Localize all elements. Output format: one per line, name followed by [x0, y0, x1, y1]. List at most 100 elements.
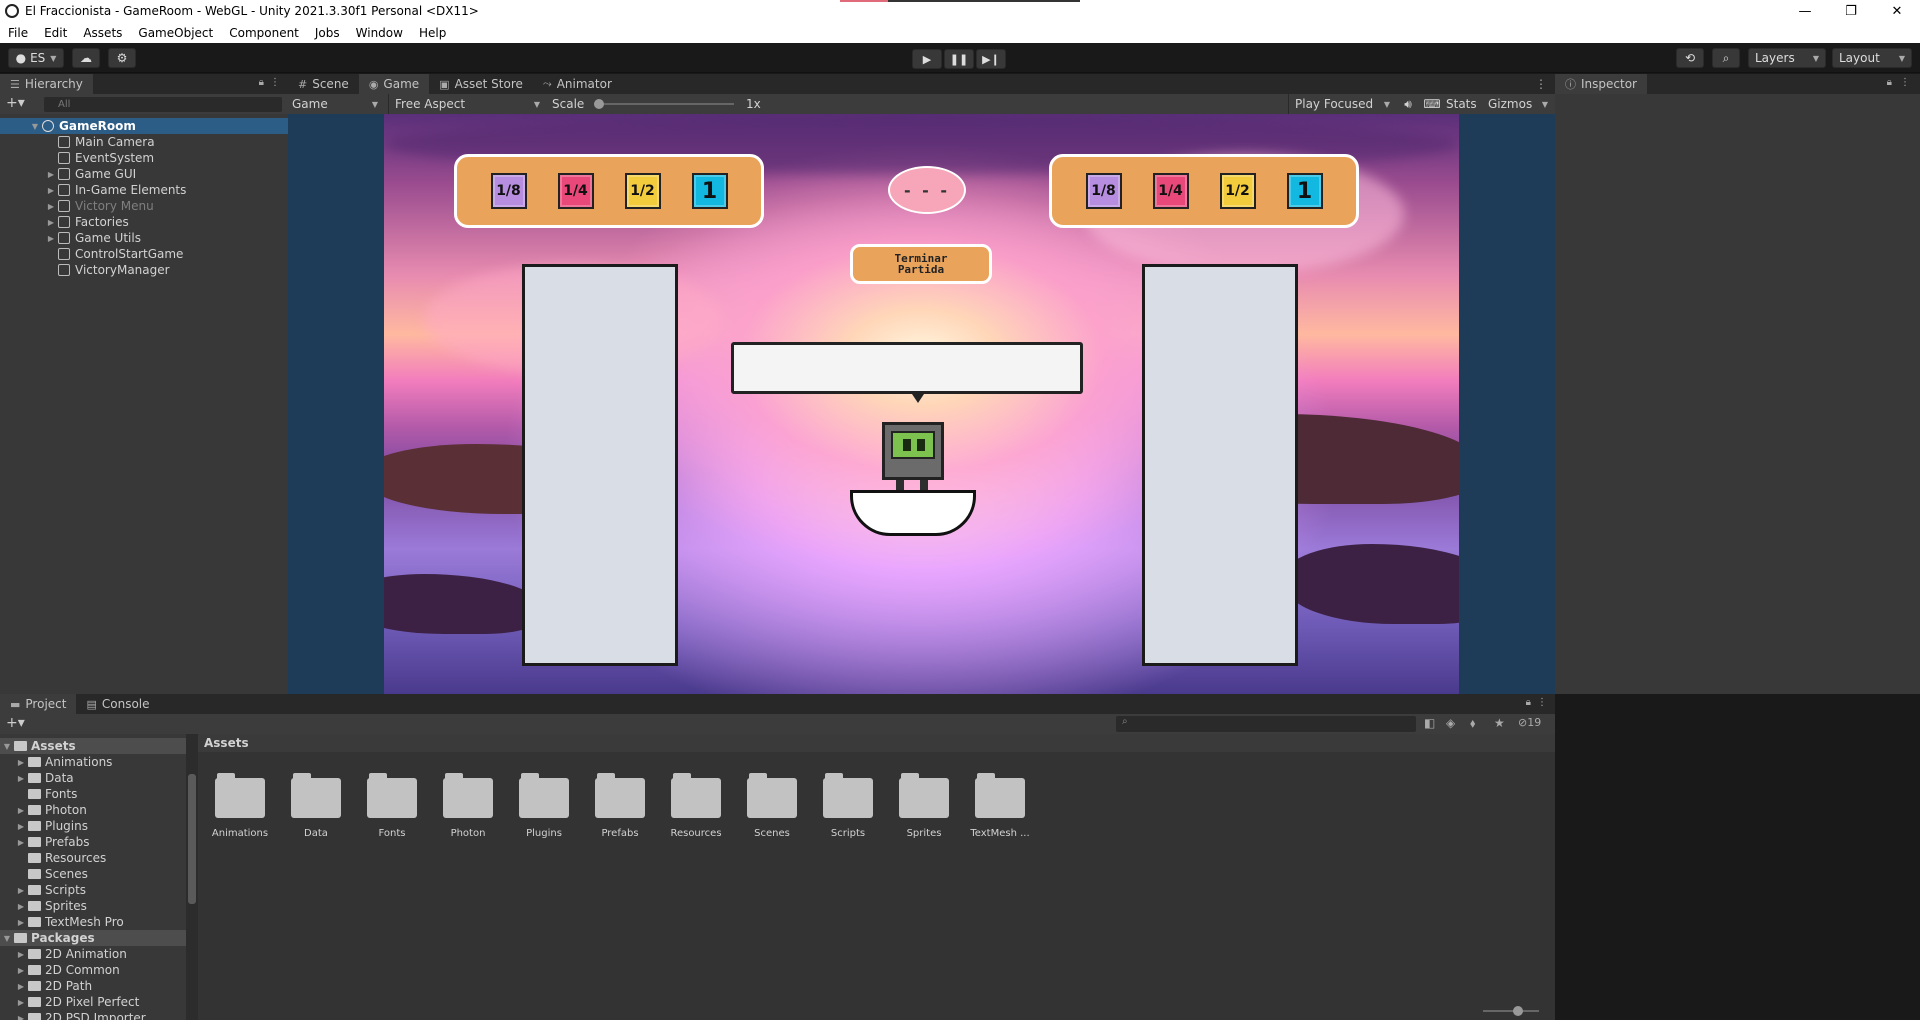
collab-button[interactable]: ⚙: [108, 48, 136, 68]
lock-icon[interactable]: 🔒︎: [259, 77, 264, 88]
project-tree-folder[interactable]: ▶ Photon: [0, 802, 87, 818]
play-button[interactable]: ▶: [912, 49, 942, 69]
fraction-block-1-4[interactable]: 1/4: [557, 173, 594, 209]
hierarchy-search-input[interactable]: All: [44, 97, 282, 112]
restore-button[interactable]: ❐: [1828, 0, 1874, 22]
asset-folder[interactable]: Data: [278, 773, 354, 839]
fraction-block-1[interactable]: 1: [1286, 173, 1323, 209]
project-tree-folder[interactable]: ▶ TextMesh Pro: [0, 914, 124, 930]
expand-arrow-icon[interactable]: ▶: [46, 186, 56, 195]
end-game-button[interactable]: Terminar Partida: [850, 244, 992, 284]
close-button[interactable]: ✕: [1874, 0, 1920, 22]
add-object-button[interactable]: +▾: [6, 95, 25, 111]
expand-arrow-icon[interactable]: ▶: [16, 806, 26, 815]
fraction-block-1-4[interactable]: 1/4: [1152, 173, 1189, 209]
project-tree-folder[interactable]: ▶ Sprites: [0, 898, 87, 914]
hierarchy-item[interactable]: ▶ Game GUI: [0, 166, 136, 182]
kebab-menu-icon[interactable]: ⋮: [1537, 697, 1547, 708]
asset-folder[interactable]: Plugins: [506, 773, 582, 839]
menu-assets[interactable]: Assets: [75, 26, 130, 40]
asset-folder[interactable]: Sprites: [886, 773, 962, 839]
asset-folder[interactable]: TextMesh ...: [962, 773, 1038, 839]
project-tree-folder[interactable]: ▶ Plugins: [0, 818, 88, 834]
project-tree-folder[interactable]: ▶ Scripts: [0, 882, 86, 898]
step-button[interactable]: ▶❙: [976, 49, 1006, 69]
project-tree-scrollbar[interactable]: [186, 734, 198, 1020]
expand-arrow-icon[interactable]: ▶: [46, 234, 56, 243]
asset-folder[interactable]: Photon: [430, 773, 506, 839]
tab-game[interactable]: ◉ Game: [358, 74, 430, 94]
fraction-block-1-2[interactable]: 1/2: [624, 173, 661, 209]
hierarchy-item[interactable]: ▶ Factories: [0, 214, 129, 230]
expand-arrow-icon[interactable]: ▶: [16, 1014, 26, 1020]
project-tree-folder[interactable]: ▶ 2D Pixel Perfect: [0, 994, 139, 1010]
hierarchy-item[interactable]: ▶ Victory Menu: [0, 198, 154, 214]
hierarchy-item[interactable]: Main Camera: [0, 134, 155, 150]
mute-audio-button[interactable]: 🔊︎: [1398, 94, 1418, 114]
asset-folder[interactable]: Resources: [658, 773, 734, 839]
hierarchy-root[interactable]: ▼ GameRoom: [0, 118, 288, 134]
kebab-menu-icon[interactable]: ⋮: [270, 77, 280, 88]
expand-arrow-icon[interactable]: ▶: [46, 170, 56, 179]
menu-jobs[interactable]: Jobs: [307, 26, 348, 40]
project-tree-folder[interactable]: ▶ Data: [0, 770, 74, 786]
stats-button[interactable]: Stats: [1446, 94, 1477, 114]
tag-icon[interactable]: ⬧: [1470, 716, 1475, 731]
tab-inspector[interactable]: ⓘ Inspector: [1555, 74, 1647, 94]
asset-folder[interactable]: Prefabs: [582, 773, 658, 839]
search-button[interactable]: ⌕: [1712, 48, 1740, 68]
minimize-button[interactable]: —: [1782, 0, 1828, 22]
expand-arrow-icon[interactable]: ▶: [16, 950, 26, 959]
expand-arrow-icon[interactable]: ▼: [2, 934, 12, 943]
search-by-label-icon[interactable]: ◈: [1446, 716, 1455, 730]
project-tree-header[interactable]: ▼ Assets: [0, 738, 186, 754]
fraction-block-1-8[interactable]: 1/8: [1085, 173, 1122, 209]
game-scene[interactable]: 1/8 1/4 1/2 1 - - - 1/8 1/4 1/2 1 Termin…: [384, 114, 1459, 694]
game-viewport[interactable]: 1/8 1/4 1/2 1 - - - 1/8 1/4 1/2 1 Termin…: [288, 114, 1555, 694]
cloud-button[interactable]: ☁: [72, 48, 100, 68]
expand-arrow-icon[interactable]: ▶: [16, 758, 26, 767]
project-tree-folder[interactable]: Scenes: [0, 866, 88, 882]
project-tree-folder[interactable]: ▶ 2D Animation: [0, 946, 127, 962]
expand-arrow-icon[interactable]: ▶: [16, 822, 26, 831]
fraction-block-1[interactable]: 1: [691, 173, 728, 209]
menu-help[interactable]: Help: [411, 26, 454, 40]
lock-icon[interactable]: 🔒︎: [1887, 77, 1892, 88]
expand-arrow-icon[interactable]: ▼: [2, 742, 12, 751]
tab-hierarchy[interactable]: ☰ Hierarchy: [0, 74, 93, 94]
expand-arrow-icon[interactable]: ▼: [30, 122, 40, 131]
project-tree-folder[interactable]: Resources: [0, 850, 106, 866]
asset-folder[interactable]: Fonts: [354, 773, 430, 839]
project-tree-header[interactable]: ▼ Packages: [0, 930, 186, 946]
layout-dropdown[interactable]: Layout ▼: [1832, 48, 1912, 68]
tab-project[interactable]: ▬ Project: [0, 694, 77, 714]
hierarchy-item[interactable]: ▶ In-Game Elements: [0, 182, 186, 198]
hierarchy-item[interactable]: VictoryManager: [0, 262, 170, 278]
create-asset-button[interactable]: +▾: [6, 715, 25, 731]
tab-console[interactable]: ▤ Console: [76, 694, 159, 714]
menu-edit[interactable]: Edit: [36, 26, 75, 40]
project-tree-folder[interactable]: ▶ 2D Common: [0, 962, 120, 978]
hierarchy-item[interactable]: ▶ Game Utils: [0, 230, 141, 246]
display-dropdown[interactable]: Game ▼: [292, 94, 382, 114]
expand-arrow-icon[interactable]: ▶: [16, 998, 26, 1007]
asset-folder[interactable]: Animations: [202, 773, 278, 839]
layers-dropdown[interactable]: Layers ▼: [1748, 48, 1826, 68]
expand-arrow-icon[interactable]: ▶: [16, 838, 26, 847]
scale-slider[interactable]: [594, 94, 734, 114]
star-icon[interactable]: ★: [1494, 716, 1505, 730]
expand-arrow-icon[interactable]: ▶: [16, 774, 26, 783]
hierarchy-item[interactable]: EventSystem: [0, 150, 154, 166]
hierarchy-item[interactable]: ControlStartGame: [0, 246, 183, 262]
fraction-block-1-2[interactable]: 1/2: [1219, 173, 1256, 209]
play-mode-dropdown[interactable]: Play Focused ▼: [1288, 94, 1394, 114]
lock-icon[interactable]: 🔒︎: [1526, 697, 1531, 708]
menu-file[interactable]: File: [0, 26, 36, 40]
expand-arrow-icon[interactable]: ▶: [16, 982, 26, 991]
pause-button[interactable]: ❚❚: [944, 49, 974, 69]
fraction-column-right[interactable]: [1142, 264, 1298, 666]
kebab-menu-icon[interactable]: ⋮: [1535, 77, 1547, 91]
project-tree-folder[interactable]: ▶ 2D Path: [0, 978, 92, 994]
menu-window[interactable]: Window: [348, 26, 411, 40]
project-tree-folder[interactable]: ▶ Prefabs: [0, 834, 90, 850]
